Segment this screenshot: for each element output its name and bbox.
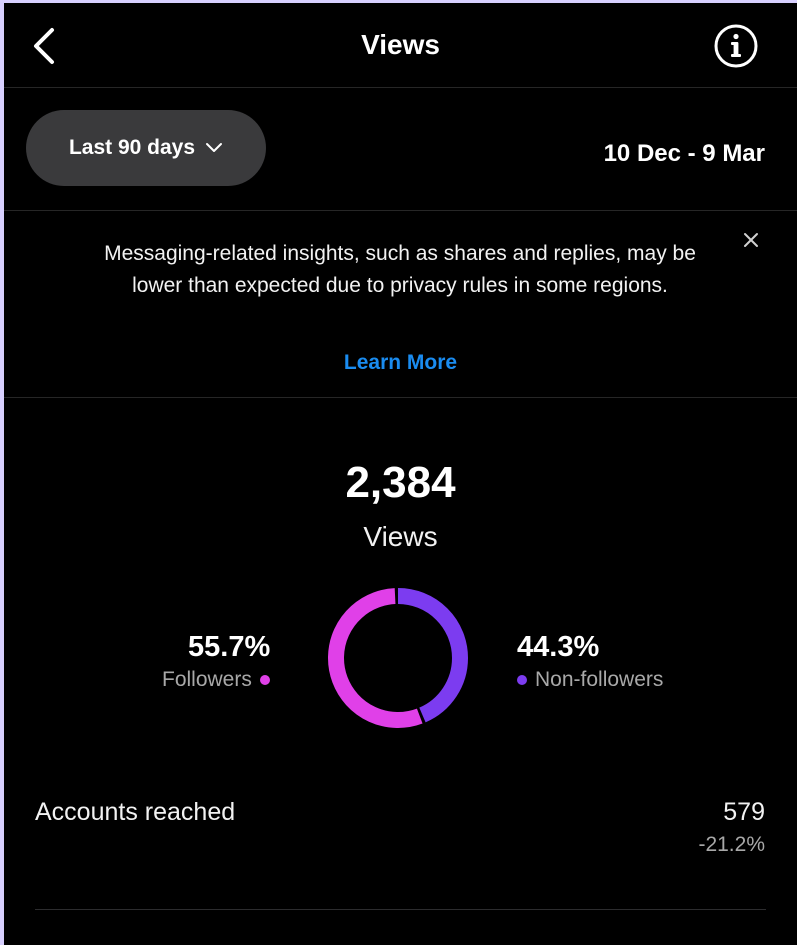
close-icon xyxy=(744,233,758,247)
followers-legend-label: Followers xyxy=(162,668,252,691)
views-count: 2,384 xyxy=(345,458,456,507)
date-range-text: 10 Dec - 9 Mar xyxy=(603,140,765,167)
close-notice-button[interactable] xyxy=(740,229,762,251)
divider xyxy=(35,909,766,910)
views-label: Views xyxy=(363,521,438,552)
learn-more-link[interactable]: Learn More xyxy=(4,351,797,375)
privacy-notice: Messaging-related insights, such as shar… xyxy=(4,211,797,398)
top-bar: Views xyxy=(4,3,797,88)
followers-donut-chart xyxy=(328,588,468,728)
followers-percent: 55.7% xyxy=(188,631,271,663)
accounts-reached-value: 579 xyxy=(723,798,765,826)
followers-legend: Followers xyxy=(162,668,270,692)
followers-legend-dot xyxy=(259,675,270,685)
chevron-down-icon xyxy=(206,143,223,152)
non-followers-legend-dot xyxy=(517,675,527,685)
non-followers-percent: 44.3% xyxy=(517,631,600,663)
page-title: Views xyxy=(361,29,440,60)
info-icon xyxy=(714,24,758,68)
accounts-reached-change: -21.2% xyxy=(698,833,765,856)
non-followers-legend-label: Non-followers xyxy=(535,668,664,691)
followers-segment xyxy=(328,588,468,728)
filter-row: Last 90 days 10 Dec - 9 Mar xyxy=(4,88,797,211)
date-range-dropdown[interactable]: Last 90 days xyxy=(26,110,266,186)
date-range-dropdown-label: Last 90 days xyxy=(68,136,196,159)
non-followers-legend: Non-followers xyxy=(517,668,663,692)
views-insights-screen: Views Last 90 days 10 Dec - 9 Mar Messag… xyxy=(4,3,797,945)
accounts-reached-label: Accounts reached xyxy=(35,798,236,826)
info-button[interactable] xyxy=(713,23,759,69)
notice-text: Messaging-related insights, such as shar… xyxy=(104,242,696,297)
